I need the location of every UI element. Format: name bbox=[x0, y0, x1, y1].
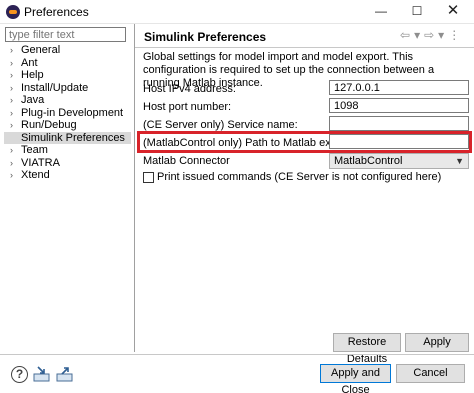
window-title: Preferences bbox=[24, 5, 89, 19]
highlight-box bbox=[137, 131, 472, 153]
chevron-right-icon[interactable]: › bbox=[10, 82, 13, 95]
service-name-label: (CE Server only) Service name: bbox=[143, 119, 298, 131]
tree-item-label: Install/Update bbox=[21, 81, 89, 94]
tree-item-team[interactable]: › Team bbox=[5, 144, 131, 157]
filter-input[interactable] bbox=[5, 27, 126, 42]
connector-label: Matlab Connector bbox=[143, 155, 230, 167]
sash-divider[interactable] bbox=[134, 24, 135, 352]
restore-defaults-button[interactable]: Restore Defaults bbox=[333, 333, 401, 365]
export-icon[interactable] bbox=[56, 366, 73, 383]
forward-arrow-icon[interactable]: ⇨ bbox=[424, 28, 435, 42]
tree-item-plugin-development[interactable]: › Plug-in Development bbox=[5, 107, 131, 120]
back-arrow-icon[interactable]: ⇦ bbox=[400, 28, 411, 42]
tree-item-run-debug[interactable]: › Run/Debug bbox=[5, 119, 131, 132]
host-ip-label: Host IPv4 address: bbox=[143, 83, 236, 95]
host-port-label: Host port number: bbox=[143, 101, 232, 113]
page-header: Simulink Preferences ⇦ ▾ ⇨ ▾ ⋮ bbox=[135, 24, 474, 48]
chevron-down-icon: ▼ bbox=[455, 156, 464, 166]
tree-item-install-update[interactable]: › Install/Update bbox=[5, 82, 131, 95]
help-icon[interactable]: ? bbox=[11, 366, 28, 383]
eclipse-app-icon bbox=[6, 5, 20, 19]
chevron-right-icon[interactable]: › bbox=[10, 57, 13, 70]
tree-item-label: Plug-in Development bbox=[21, 106, 124, 119]
cancel-button[interactable]: Cancel bbox=[396, 364, 465, 383]
chevron-right-icon[interactable]: › bbox=[10, 44, 13, 57]
tree-item-help[interactable]: › Help bbox=[5, 69, 131, 82]
tree-item-java[interactable]: › Java bbox=[5, 94, 131, 107]
print-commands-label: Print issued commands (CE Server is not … bbox=[157, 171, 442, 183]
preferences-tree: › General › Ant › Help › Install/Update › Jav… bbox=[4, 44, 131, 182]
chevron-right-icon[interactable]: › bbox=[10, 69, 13, 82]
page-title: Simulink Preferences bbox=[144, 30, 267, 44]
tree-item-xtend[interactable]: › Xtend bbox=[5, 169, 131, 182]
tree-item-label: Java bbox=[21, 94, 45, 106]
tree-item-label: Simulink Preferences bbox=[21, 131, 125, 144]
host-ip-input[interactable] bbox=[329, 80, 469, 95]
maximize-button[interactable]: ☐ bbox=[400, 0, 434, 24]
forward-menu-chevron-icon[interactable]: ▾ bbox=[438, 28, 445, 42]
minimize-button[interactable]: — bbox=[364, 0, 398, 24]
chevron-right-icon[interactable]: › bbox=[10, 107, 13, 120]
service-name-input[interactable] bbox=[329, 116, 469, 131]
footer-divider bbox=[0, 354, 474, 355]
tree-item-ant[interactable]: › Ant bbox=[5, 57, 131, 70]
tree-item-label: Xtend bbox=[21, 169, 50, 181]
import-icon[interactable] bbox=[33, 366, 50, 383]
back-menu-chevron-icon[interactable]: ▾ bbox=[414, 28, 421, 42]
connector-select[interactable]: MatlabControl ▼ bbox=[329, 153, 469, 169]
tree-item-label: Team bbox=[21, 144, 48, 156]
chevron-right-icon[interactable]: › bbox=[10, 169, 13, 182]
chevron-right-icon[interactable]: › bbox=[10, 144, 13, 157]
history-nav: ⇦ ▾ ⇨ ▾ ⋮ bbox=[400, 28, 464, 42]
tree-item-label: Help bbox=[21, 69, 44, 81]
tree-item-viatra[interactable]: › VIATRA bbox=[5, 157, 131, 170]
tree-item-label: General bbox=[21, 44, 61, 56]
print-commands-checkbox[interactable] bbox=[143, 172, 154, 183]
tree-item-simulink-preferences[interactable]: Simulink Preferences bbox=[4, 131, 131, 144]
title-bar: Preferences — ☐ ✕ bbox=[0, 0, 474, 24]
chevron-right-icon[interactable]: › bbox=[10, 157, 13, 170]
view-menu-icon[interactable]: ⋮ bbox=[448, 28, 461, 42]
apply-button[interactable]: Apply bbox=[405, 333, 469, 352]
tree-item-label: Ant bbox=[21, 56, 38, 69]
chevron-right-icon[interactable]: › bbox=[10, 94, 13, 107]
connector-selected-value: MatlabControl bbox=[334, 155, 403, 167]
apply-and-close-button[interactable]: Apply and Close bbox=[320, 364, 391, 393]
tree-item-label: Run/Debug bbox=[21, 119, 77, 131]
tree-item-general[interactable]: › General bbox=[5, 44, 131, 57]
close-button[interactable]: ✕ bbox=[436, 0, 470, 24]
host-port-input[interactable] bbox=[329, 98, 469, 113]
tree-item-label: VIATRA bbox=[21, 156, 60, 169]
chevron-right-icon[interactable]: › bbox=[10, 119, 13, 132]
